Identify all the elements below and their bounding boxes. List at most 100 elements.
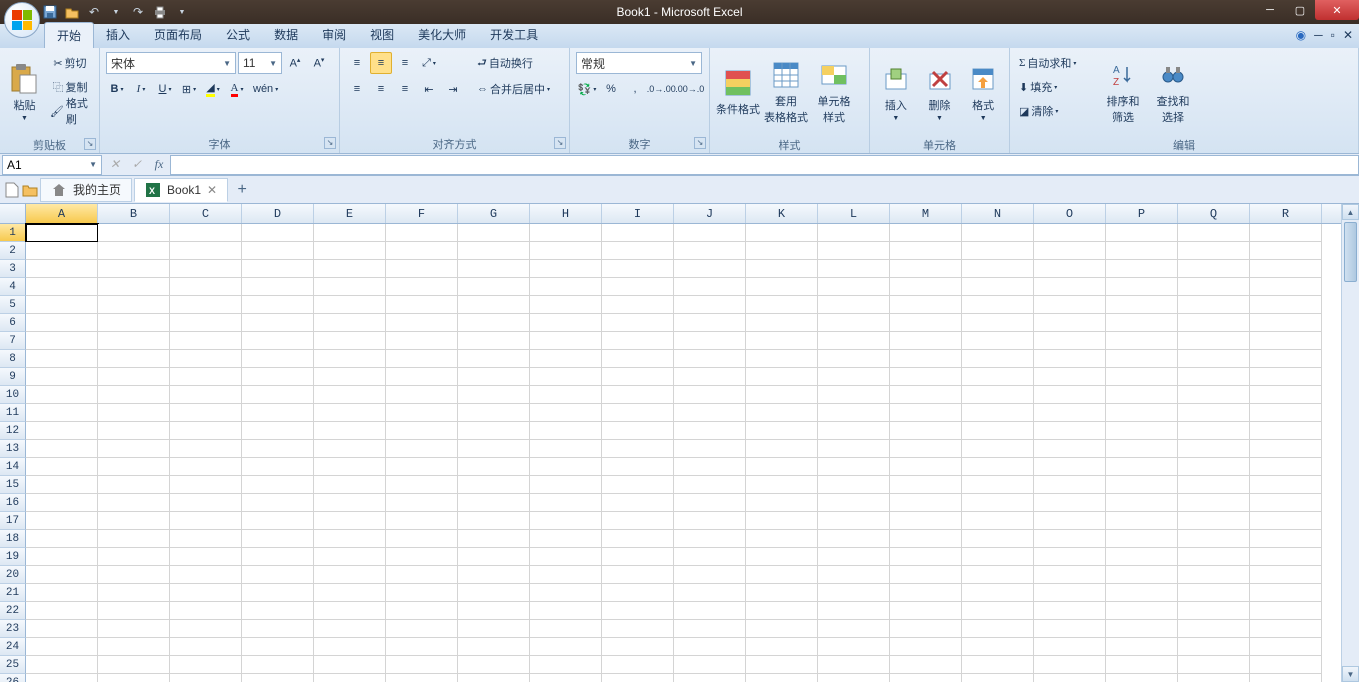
cell-I8[interactable] (602, 350, 674, 368)
row-header-4[interactable]: 4 (0, 278, 26, 296)
cell-O12[interactable] (1034, 422, 1106, 440)
cell-I23[interactable] (602, 620, 674, 638)
cell-R13[interactable] (1250, 440, 1322, 458)
cell-E20[interactable] (314, 566, 386, 584)
cell-C4[interactable] (170, 278, 242, 296)
sort-filter-button[interactable]: AZ排序和 筛选 (1100, 52, 1146, 132)
cell-L26[interactable] (818, 674, 890, 682)
cell-I18[interactable] (602, 530, 674, 548)
cell-G25[interactable] (458, 656, 530, 674)
wrap-text-button[interactable]: ⮐自动换行 (474, 52, 570, 74)
cell-H26[interactable] (530, 674, 602, 682)
cell-H14[interactable] (530, 458, 602, 476)
cell-E16[interactable] (314, 494, 386, 512)
cell-G24[interactable] (458, 638, 530, 656)
cell-I14[interactable] (602, 458, 674, 476)
cell-Q3[interactable] (1178, 260, 1250, 278)
cell-D1[interactable] (242, 224, 314, 242)
cell-D15[interactable] (242, 476, 314, 494)
cell-N21[interactable] (962, 584, 1034, 602)
cell-H18[interactable] (530, 530, 602, 548)
cell-D10[interactable] (242, 386, 314, 404)
cell-N3[interactable] (962, 260, 1034, 278)
cell-F7[interactable] (386, 332, 458, 350)
cell-K8[interactable] (746, 350, 818, 368)
cell-B16[interactable] (98, 494, 170, 512)
cell-I5[interactable] (602, 296, 674, 314)
row-header-17[interactable]: 17 (0, 512, 26, 530)
col-header-J[interactable]: J (674, 204, 746, 223)
ribbon-restore-icon[interactable]: ▫ (1331, 28, 1335, 42)
cell-M10[interactable] (890, 386, 962, 404)
cell-O13[interactable] (1034, 440, 1106, 458)
cell-A17[interactable] (26, 512, 98, 530)
row-header-24[interactable]: 24 (0, 638, 26, 656)
cell-R4[interactable] (1250, 278, 1322, 296)
cell-I13[interactable] (602, 440, 674, 458)
cell-P19[interactable] (1106, 548, 1178, 566)
cell-C10[interactable] (170, 386, 242, 404)
cell-G17[interactable] (458, 512, 530, 530)
cell-A6[interactable] (26, 314, 98, 332)
cell-L21[interactable] (818, 584, 890, 602)
cell-O5[interactable] (1034, 296, 1106, 314)
increase-decimal-button[interactable]: .0→.00 (648, 78, 675, 100)
cell-O6[interactable] (1034, 314, 1106, 332)
cell-H12[interactable] (530, 422, 602, 440)
cell-G23[interactable] (458, 620, 530, 638)
cell-P20[interactable] (1106, 566, 1178, 584)
cell-J14[interactable] (674, 458, 746, 476)
decrease-indent-button[interactable]: ⇤ (418, 78, 440, 100)
cell-D26[interactable] (242, 674, 314, 682)
cell-B10[interactable] (98, 386, 170, 404)
cell-N25[interactable] (962, 656, 1034, 674)
col-header-E[interactable]: E (314, 204, 386, 223)
cell-C19[interactable] (170, 548, 242, 566)
cell-C22[interactable] (170, 602, 242, 620)
cell-M19[interactable] (890, 548, 962, 566)
align-middle-button[interactable]: ≡ (370, 52, 392, 74)
cell-E19[interactable] (314, 548, 386, 566)
delete-cells-button[interactable]: 删除▼ (920, 52, 960, 132)
number-format-combo[interactable]: 常规▼ (576, 52, 702, 74)
cell-A19[interactable] (26, 548, 98, 566)
cell-L2[interactable] (818, 242, 890, 260)
cell-K10[interactable] (746, 386, 818, 404)
shrink-font-button[interactable]: A▾ (308, 52, 330, 74)
format-table-button[interactable]: 套用 表格格式 (764, 52, 808, 132)
fx-button[interactable]: fx (148, 155, 170, 175)
cell-P9[interactable] (1106, 368, 1178, 386)
cell-D7[interactable] (242, 332, 314, 350)
ribbon-tab-5[interactable]: 审阅 (310, 22, 358, 48)
cell-D3[interactable] (242, 260, 314, 278)
cell-P22[interactable] (1106, 602, 1178, 620)
col-header-B[interactable]: B (98, 204, 170, 223)
ribbon-tab-0[interactable]: 开始 (44, 22, 94, 48)
row-header-12[interactable]: 12 (0, 422, 26, 440)
cell-Q10[interactable] (1178, 386, 1250, 404)
cell-P18[interactable] (1106, 530, 1178, 548)
cell-O26[interactable] (1034, 674, 1106, 682)
cell-A24[interactable] (26, 638, 98, 656)
cell-C6[interactable] (170, 314, 242, 332)
cell-C8[interactable] (170, 350, 242, 368)
cell-H2[interactable] (530, 242, 602, 260)
cell-L4[interactable] (818, 278, 890, 296)
doctab-add-button[interactable]: + (230, 178, 254, 202)
col-header-K[interactable]: K (746, 204, 818, 223)
cell-E10[interactable] (314, 386, 386, 404)
cell-K19[interactable] (746, 548, 818, 566)
cell-K24[interactable] (746, 638, 818, 656)
cell-F21[interactable] (386, 584, 458, 602)
cell-A16[interactable] (26, 494, 98, 512)
cell-H5[interactable] (530, 296, 602, 314)
cell-E11[interactable] (314, 404, 386, 422)
doctab-close-icon[interactable]: ✕ (207, 183, 217, 197)
name-box[interactable]: A1▼ (2, 155, 102, 175)
close-button[interactable]: ✕ (1315, 0, 1359, 20)
cell-D14[interactable] (242, 458, 314, 476)
cell-I20[interactable] (602, 566, 674, 584)
cell-H25[interactable] (530, 656, 602, 674)
cell-N19[interactable] (962, 548, 1034, 566)
cell-K1[interactable] (746, 224, 818, 242)
